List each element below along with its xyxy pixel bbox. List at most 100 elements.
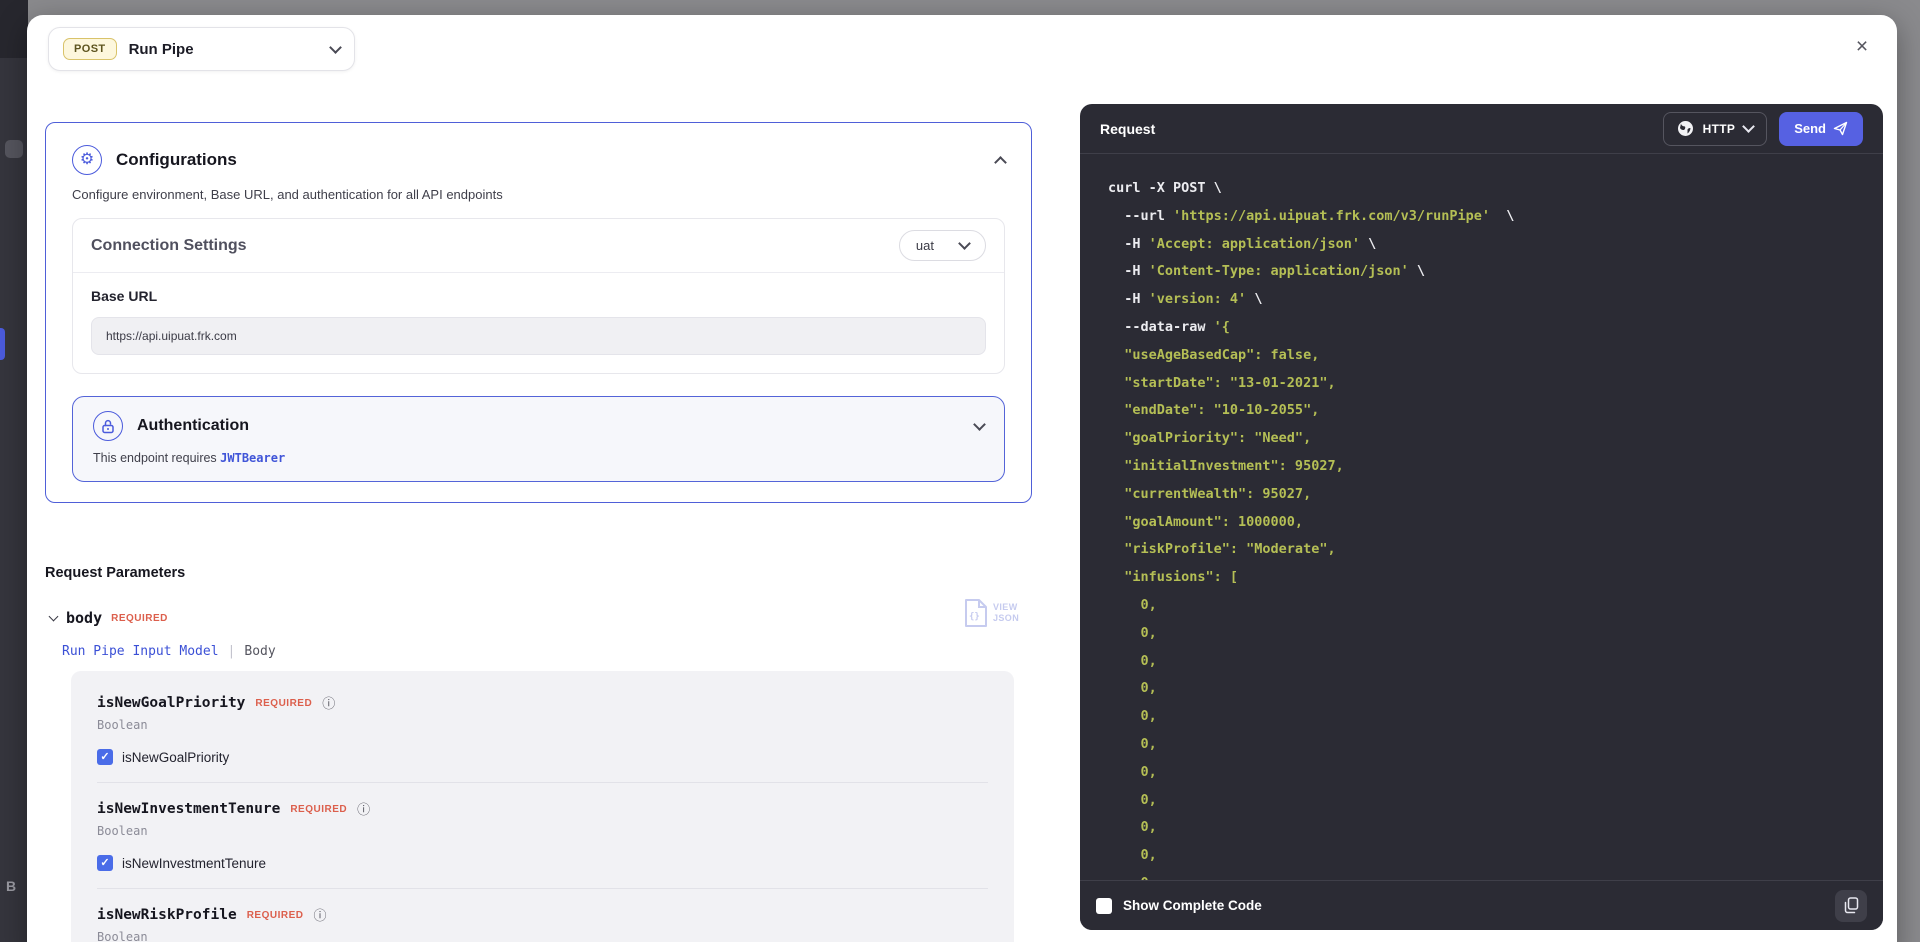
- json-file-icon: {}: [963, 598, 989, 628]
- required-badge: REQUIRED: [290, 804, 347, 815]
- api-endpoint-modal: POST Run Pipe × ⚙ Configurations Configu…: [27, 15, 1897, 942]
- caret-down-icon: [49, 612, 59, 622]
- auth-scheme-link[interactable]: JWTBearer: [220, 451, 285, 465]
- field-name: isNewInvestmentTenure: [97, 801, 280, 817]
- code-line: "currentWealth": 95027,: [1108, 481, 1855, 509]
- protocol-select[interactable]: HTTP: [1663, 112, 1768, 146]
- show-complete-code-label: Show Complete Code: [1123, 898, 1835, 913]
- request-panel: Request HTTP Send curl -X POST \ --url '…: [1080, 104, 1883, 930]
- code-line: 0,: [1108, 703, 1855, 731]
- code-line: "infusions": [: [1108, 564, 1855, 592]
- request-panel-footer: Show Complete Code: [1080, 880, 1883, 930]
- chevron-up-icon[interactable]: [994, 156, 1007, 169]
- body-model-row: Run Pipe Input Model | Body: [62, 644, 276, 659]
- underlying-sidebar-header: [0, 0, 28, 58]
- view-json-button[interactable]: {} VIEWJSON: [963, 598, 1019, 628]
- base-url-label: Base URL: [91, 288, 986, 304]
- underlying-partial-text: B: [6, 878, 16, 894]
- view-json-label: VIEWJSON: [993, 602, 1019, 625]
- curl-code-block: curl -X POST \ --url 'https://api.uipuat…: [1080, 154, 1883, 880]
- protocol-value: HTTP: [1703, 122, 1736, 136]
- method-badge: POST: [63, 38, 117, 60]
- request-panel-title: Request: [1100, 121, 1663, 137]
- configurations-subtitle: Configure environment, Base URL, and aut…: [72, 187, 1005, 202]
- code-line: 0,: [1108, 592, 1855, 620]
- divider: [97, 888, 988, 889]
- close-icon[interactable]: ×: [1849, 35, 1875, 61]
- svg-text:{}: {}: [969, 612, 980, 622]
- code-line: -H 'Content-Type: application/json' \: [1108, 258, 1855, 286]
- code-line: "useAgeBasedCap": false,: [1108, 342, 1855, 370]
- code-line: "initialInvestment": 95027,: [1108, 453, 1855, 481]
- parameters-container: isNewGoalPriority REQUIRED ⓘ Boolean ✓ i…: [71, 671, 1014, 942]
- code-line: "riskProfile": "Moderate",: [1108, 536, 1855, 564]
- body-section-toggle[interactable]: body REQUIRED: [50, 609, 168, 627]
- authentication-requirement: This endpoint requires JWTBearer: [93, 451, 984, 465]
- field-type: Boolean: [97, 718, 988, 732]
- configurations-header[interactable]: ⚙ Configurations: [72, 145, 1005, 175]
- chevron-down-icon[interactable]: [973, 418, 986, 431]
- code-line: -H 'Accept: application/json' \: [1108, 231, 1855, 259]
- divider: [97, 782, 988, 783]
- chevron-down-icon: [329, 41, 342, 54]
- endpoint-name: Run Pipe: [129, 41, 319, 58]
- checkbox-checked[interactable]: ✓: [97, 749, 113, 765]
- code-line: 0,: [1108, 731, 1855, 759]
- model-name-link[interactable]: Run Pipe Input Model: [62, 644, 219, 659]
- checkbox-label: isNewInvestmentTenure: [122, 856, 266, 871]
- code-line: 0,: [1108, 870, 1855, 880]
- field-checkbox-row[interactable]: ✓ isNewInvestmentTenure: [97, 855, 988, 871]
- field-checkbox-row[interactable]: ✓ isNewGoalPriority: [97, 749, 988, 765]
- gear-icon: ⚙: [72, 145, 102, 175]
- required-badge: REQUIRED: [255, 698, 312, 709]
- endpoint-selector-dropdown[interactable]: POST Run Pipe: [48, 27, 355, 71]
- code-line: curl -X POST \: [1108, 175, 1855, 203]
- copy-icon: [1844, 897, 1859, 914]
- request-parameters-title: Request Parameters: [45, 565, 185, 581]
- environment-select[interactable]: uat: [899, 230, 986, 261]
- code-line: "endDate": "10-10-2055",: [1108, 397, 1855, 425]
- underlying-sidebar: B: [0, 0, 28, 942]
- required-badge: REQUIRED: [247, 910, 304, 921]
- checkbox-label: isNewGoalPriority: [122, 750, 229, 765]
- field-isNewRiskProfile: isNewRiskProfile REQUIRED ⓘ Boolean: [97, 907, 988, 942]
- code-line: 0,: [1108, 675, 1855, 703]
- underlying-active-indicator: [0, 328, 5, 360]
- authentication-title: Authentication: [137, 417, 961, 435]
- send-button[interactable]: Send: [1779, 112, 1863, 146]
- globe-icon: [1677, 120, 1694, 137]
- info-icon[interactable]: ⓘ: [322, 697, 335, 710]
- underlying-sidebar-icon: [5, 140, 23, 158]
- code-line: 0,: [1108, 842, 1855, 870]
- environment-value: uat: [916, 238, 934, 253]
- lock-icon: [93, 411, 123, 441]
- info-icon[interactable]: ⓘ: [313, 909, 326, 922]
- body-label: body: [66, 609, 102, 627]
- model-kind: Body: [244, 644, 275, 659]
- chevron-down-icon: [1742, 120, 1755, 133]
- show-complete-code-checkbox[interactable]: [1096, 898, 1112, 914]
- code-line: "goalAmount": 1000000,: [1108, 509, 1855, 537]
- connection-settings-title: Connection Settings: [91, 237, 247, 255]
- field-name: isNewRiskProfile: [97, 907, 237, 923]
- configurations-title: Configurations: [116, 150, 982, 170]
- request-panel-header: Request HTTP Send: [1080, 104, 1883, 154]
- base-url-input[interactable]: [91, 317, 986, 355]
- required-badge: REQUIRED: [111, 613, 168, 624]
- code-line: 0,: [1108, 620, 1855, 648]
- code-line: "goalPriority": "Need",: [1108, 425, 1855, 453]
- field-type: Boolean: [97, 824, 988, 838]
- code-line: 0,: [1108, 814, 1855, 842]
- connection-settings-box: Connection Settings uat Base URL: [72, 218, 1005, 374]
- code-line: --url 'https://api.uipuat.frk.com/v3/run…: [1108, 203, 1855, 231]
- authentication-box[interactable]: Authentication This endpoint requires JW…: [72, 396, 1005, 482]
- checkbox-checked[interactable]: ✓: [97, 855, 113, 871]
- field-name: isNewGoalPriority: [97, 695, 245, 711]
- code-line: -H 'version: 4' \: [1108, 286, 1855, 314]
- field-type: Boolean: [97, 930, 988, 942]
- chevron-down-icon: [958, 237, 971, 250]
- info-icon[interactable]: ⓘ: [357, 803, 370, 816]
- code-line: --data-raw '{: [1108, 314, 1855, 342]
- send-icon: [1833, 121, 1848, 136]
- copy-code-button[interactable]: [1835, 890, 1867, 922]
